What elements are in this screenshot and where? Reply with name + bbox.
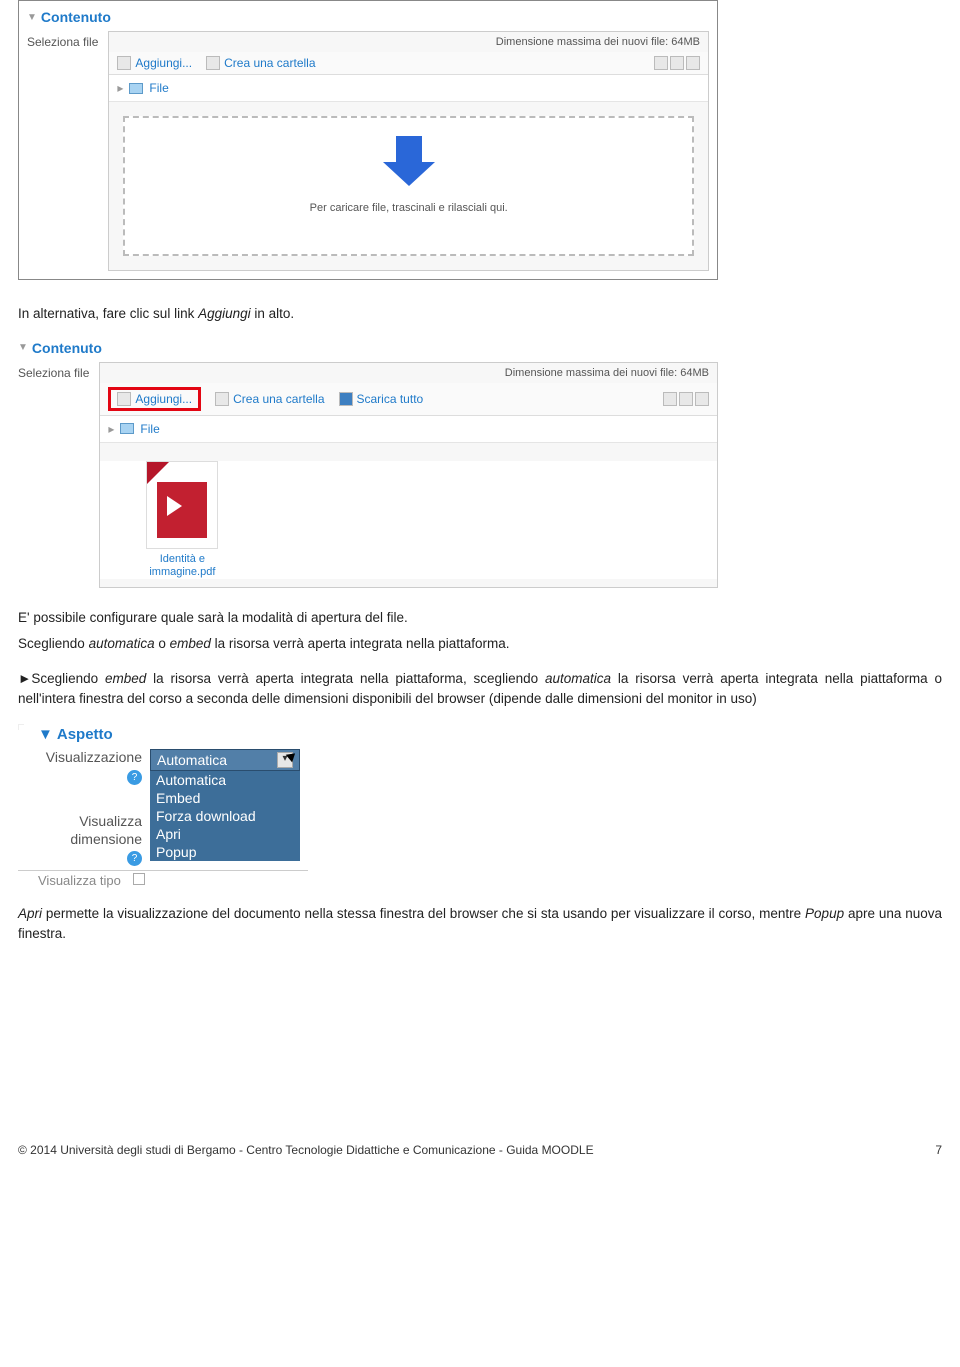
page-number: 7 [935,1143,942,1157]
help-icon[interactable]: ? [127,770,142,785]
paragraph-embed-detail: ►Scegliendo embed la risorsa verrà apert… [18,669,942,708]
label-visualizzazione: Visualizzazione ? [18,749,142,785]
view-mode-buttons[interactable] [663,392,709,406]
section-header-aspetto[interactable]: ▼ Aspetto [38,726,308,743]
view-mode-buttons[interactable] [654,56,700,70]
file-picker: Dimensione massima dei nuovi file: 64MB … [99,362,718,588]
section-title: Aspetto [57,726,113,743]
view-detail-icon[interactable] [686,56,700,70]
folder-icon [129,83,143,94]
view-list-icon[interactable] [670,56,684,70]
paragraph-config: E' possibile configurare quale sarà la m… [18,608,942,628]
option-popup[interactable]: Popup [150,843,300,861]
section-header-contenuto-2[interactable]: ▼ Contenuto [18,340,718,356]
view-grid-icon[interactable] [654,56,668,70]
cursor-icon [286,750,299,763]
page-footer: © 2014 Università degli studi di Bergamo… [18,1143,942,1169]
option-apri[interactable]: Apri [150,825,300,843]
section-header-contenuto[interactable]: ▼ Contenuto [27,9,709,25]
caret-down-icon: ▼ [18,342,28,353]
pdf-file-tile[interactable]: Identità e immagine.pdf [142,461,222,579]
field-label: Seleziona file [27,31,98,49]
help-icon[interactable]: ? [127,851,142,866]
screenshot-contenuto-dropzone: ▼ Contenuto Seleziona file Dimensione ma… [18,0,718,280]
file-breadcrumb[interactable]: ▸ File [109,75,708,102]
view-list-icon[interactable] [679,392,693,406]
create-folder-link[interactable]: Crea una cartella [206,56,315,70]
create-folder-link[interactable]: Crea una cartella [215,392,324,406]
breadcrumb-caret-icon: ▸ [108,422,114,436]
add-file-icon [117,392,131,406]
paragraph-apri-popup: Apri permette la visualizzazione del doc… [18,904,942,943]
view-detail-icon[interactable] [695,392,709,406]
file-dropzone[interactable]: Per caricare file, trascinali e rilascia… [123,116,694,256]
folder-icon [120,423,134,434]
caret-down-icon: ▼ [27,12,37,23]
label-visualizza-dimensione: Visualizza dimensione ? [18,813,142,866]
option-embed[interactable]: Embed [150,789,300,807]
select-current: Automatica [157,752,227,768]
checkbox[interactable] [133,873,145,885]
pdf-thumbnail-icon [146,461,218,549]
maxsize-text: Dimensione massima dei nuovi file: 64MB [505,367,709,379]
paragraph-auto-embed: Scegliendo automatica o embed la risorsa… [18,634,942,654]
option-forza-download[interactable]: Forza download [150,807,300,825]
create-folder-icon [215,392,229,406]
view-grid-icon[interactable] [663,392,677,406]
chevron-down-icon[interactable]: ▾ [277,752,293,768]
download-all-link[interactable]: Scarica tutto [339,392,424,406]
paragraph-aggiungi: In alternativa, fare clic sul link Aggiu… [18,304,942,324]
add-file-icon [117,56,131,70]
screenshot-aspetto: ▼ Aspetto Visualizzazione ? Automatica ▾… [18,724,308,888]
option-automatica[interactable]: Automatica [150,771,300,789]
download-icon [339,392,353,406]
screenshot-contenuto-pdf: ▼ Contenuto Seleziona file Dimensione ma… [18,340,718,588]
file-breadcrumb[interactable]: ▸ File [100,416,717,443]
section-title: Contenuto [32,340,102,356]
upload-arrow-icon [382,136,436,190]
footer-credits: © 2014 Università degli studi di Bergamo… [18,1143,594,1157]
dropzone-hint: Per caricare file, trascinali e rilascia… [143,202,674,214]
add-file-link-highlighted[interactable]: Aggiungi... [108,387,201,411]
caret-down-icon: ▼ [38,726,53,743]
create-folder-icon [206,56,220,70]
label-visualizza-tipo: Visualizza tipo [38,873,121,888]
breadcrumb-caret-icon: ▸ [117,81,123,95]
section-title: Contenuto [41,9,111,25]
pdf-filename: Identità e immagine.pdf [142,553,222,579]
field-label: Seleziona file [18,362,89,380]
visualizzazione-select[interactable]: Automatica ▾ Automatica Embed Forza down… [150,749,300,861]
file-picker: Dimensione massima dei nuovi file: 64MB … [108,31,709,271]
add-file-link[interactable]: Aggiungi... [117,56,192,70]
maxsize-text: Dimensione massima dei nuovi file: 64MB [496,36,700,48]
